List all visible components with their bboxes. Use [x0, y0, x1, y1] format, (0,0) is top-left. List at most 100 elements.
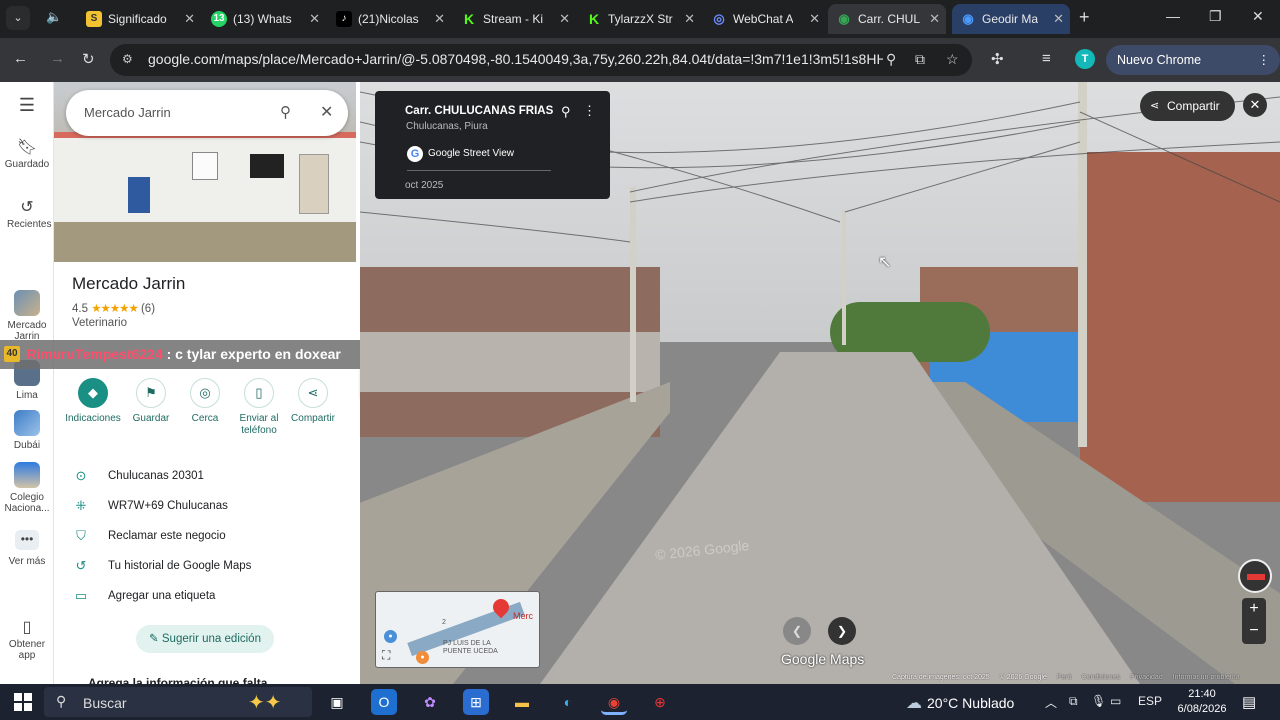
- nearby-icon: ◎: [190, 378, 220, 408]
- close-icon[interactable]: ✕: [1053, 4, 1064, 34]
- outlook-icon[interactable]: O: [371, 689, 397, 715]
- update-chrome-button[interactable]: Nuevo Chrome disponible⋮: [1106, 45, 1280, 97]
- rail-saved[interactable]: 🔖︎ Guardado: [0, 140, 54, 171]
- back-arrow-icon[interactable]: ←: [13, 50, 28, 67]
- taskbar-search-input[interactable]: Buscar: [83, 695, 127, 711]
- forward-arrow-icon[interactable]: →: [50, 50, 65, 67]
- windows-start-icon[interactable]: [14, 693, 32, 711]
- capture-date[interactable]: oct 2025: [405, 180, 443, 191]
- rail-recent-place[interactable]: Mercado Jarrin: [0, 290, 54, 342]
- expand-map-icon[interactable]: ⛶: [382, 648, 390, 663]
- copilot-icon[interactable]: ✿: [417, 689, 443, 715]
- file-explorer-icon[interactable]: ▬: [509, 689, 535, 715]
- tab-search-chevron-icon[interactable]: ⌄: [6, 6, 30, 30]
- tray-chevron-icon[interactable]: ︿: [1045, 694, 1057, 711]
- task-view-icon[interactable]: ▣: [324, 689, 350, 715]
- info-address[interactable]: ⊙ Chulucanas 20301: [72, 468, 352, 488]
- previous-arrow-button[interactable]: ❮: [783, 617, 811, 645]
- tab-webchat[interactable]: ◎ WebChat A ✕: [703, 4, 826, 34]
- nearby-button[interactable]: ◎ Cerca: [176, 378, 234, 425]
- audio-icon[interactable]: 🔈: [46, 9, 66, 29]
- close-icon[interactable]: ✕: [929, 4, 940, 34]
- rail-get-app[interactable]: ▯ Obtener app: [0, 620, 54, 662]
- clock[interactable]: 21:40 6/08/2026: [1172, 687, 1232, 717]
- rail-recent[interactable]: ↺ Recientes: [0, 200, 54, 231]
- close-icon[interactable]: ✕: [434, 4, 445, 34]
- provider-row[interactable]: G Google Street View: [407, 139, 551, 171]
- more-vert-icon[interactable]: ⋮: [583, 103, 596, 119]
- share-button[interactable]: ⋖ Compartir: [284, 378, 342, 425]
- media-controls-icon[interactable]: ≡: [1042, 50, 1051, 67]
- terms-link[interactable]: Condiciones: [1082, 674, 1121, 681]
- search-input[interactable]: Mercado Jarrin: [84, 105, 171, 120]
- more-vert-icon[interactable]: ⋮: [1258, 45, 1271, 75]
- zoom-in-icon[interactable]: +: [1242, 598, 1266, 620]
- privacy-link[interactable]: Privacidad: [1130, 674, 1163, 681]
- close-icon[interactable]: ✕: [684, 4, 695, 34]
- place-category[interactable]: Veterinario: [72, 317, 127, 329]
- info-claim-business[interactable]: ⛉ Reclamar este negocio: [72, 528, 352, 548]
- next-arrow-button[interactable]: ❯: [828, 617, 856, 645]
- review-count[interactable]: (6): [141, 303, 155, 315]
- close-street-view-icon[interactable]: ✕: [1243, 93, 1267, 117]
- edge-icon[interactable]: ◐: [555, 689, 581, 715]
- tab-carr-chulucanas[interactable]: ◉ Carr. CHUL ✕: [828, 4, 946, 34]
- network-icon[interactable]: ▭: [1110, 694, 1121, 708]
- window-close-icon[interactable]: ✕: [1252, 8, 1264, 25]
- region-link[interactable]: Perú: [1057, 674, 1072, 681]
- zoom-out-icon[interactable]: −: [1242, 620, 1266, 642]
- tab-geodir[interactable]: ◉ Geodir Ma ✕: [952, 4, 1070, 34]
- zoom-search-icon[interactable]: ⚲: [886, 51, 896, 68]
- tab-tiktok[interactable]: ♪ (21)Nicolas ✕: [328, 4, 451, 34]
- rail-more[interactable]: ••• Ver más: [0, 530, 54, 567]
- street-view-canvas[interactable]: Carr. CHULUCANAS FRIAS Chulucanas, Piura…: [360, 82, 1280, 684]
- weather-widget[interactable]: ☁ 20°C Nublado: [906, 693, 1014, 713]
- rail-dubai[interactable]: Dubái: [0, 410, 54, 451]
- close-icon[interactable]: ✕: [184, 4, 195, 34]
- chrome-icon[interactable]: ◉: [601, 689, 627, 715]
- store-icon[interactable]: ⊞: [463, 689, 489, 715]
- rail-colegio[interactable]: Colegio Naciona...: [0, 462, 54, 514]
- close-search-icon[interactable]: ✕: [320, 102, 333, 122]
- info-history[interactable]: ↺ Tu historial de Google Maps: [72, 558, 352, 578]
- tray-app-icon[interactable]: ⧉: [1069, 694, 1078, 709]
- compass-icon[interactable]: [1238, 559, 1272, 593]
- notifications-icon[interactable]: ▤: [1242, 693, 1256, 711]
- directions-button[interactable]: ◆ Indicaciones: [64, 378, 122, 425]
- profile-avatar[interactable]: T: [1075, 49, 1095, 69]
- url-text[interactable]: google.com/maps/place/Mercado+Jarrin/@-5…: [148, 51, 883, 67]
- tab-whatsapp[interactable]: 13 (13) Whats ✕: [203, 4, 326, 34]
- location-pin-icon[interactable]: ⚲: [561, 104, 571, 120]
- close-icon[interactable]: ✕: [309, 4, 320, 34]
- extensions-puzzle-icon[interactable]: ✣: [991, 50, 1004, 68]
- language-indicator[interactable]: ESP: [1138, 694, 1162, 708]
- maximize-icon[interactable]: ❐: [1209, 8, 1222, 25]
- menu-hamburger-icon[interactable]: ☰: [0, 96, 54, 114]
- info-plus-code[interactable]: ⁜ WR7W+69 Chulucanas: [72, 498, 352, 518]
- rating-row[interactable]: 4.5 ★★★★★ (6): [72, 301, 155, 315]
- close-icon[interactable]: ✕: [809, 4, 820, 34]
- search-box[interactable]: Mercado Jarrin ⚲ ✕: [66, 90, 348, 136]
- microphone-icon[interactable]: 🎙︎: [1091, 694, 1106, 708]
- close-icon[interactable]: ✕: [559, 4, 570, 34]
- mini-map[interactable]: Merc 2 PJ LUIS DE LA PUENTE UCEDA ● ● ⛶: [375, 591, 540, 668]
- report-problem-link[interactable]: Informar un problema: [1173, 674, 1240, 681]
- search-icon[interactable]: ⚲: [280, 103, 291, 121]
- tab-kick-stream[interactable]: K Stream - Ki ✕: [453, 4, 576, 34]
- minimize-icon[interactable]: —: [1166, 8, 1180, 24]
- taskbar-search[interactable]: ⚲ Buscar ✦✦: [44, 687, 312, 717]
- reload-icon[interactable]: ↻: [82, 50, 95, 68]
- tab-significado[interactable]: S Significado ✕: [78, 4, 201, 34]
- info-add-label[interactable]: ▭ Agregar una etiqueta: [72, 588, 352, 608]
- cast-icon[interactable]: ⧉: [915, 51, 925, 68]
- omnibox[interactable]: ⚙ google.com/maps/place/Mercado+Jarrin/@…: [110, 44, 972, 76]
- app-icon[interactable]: ⊕: [647, 689, 673, 715]
- suggest-edit-button[interactable]: ✎ Sugerir una edición: [136, 625, 274, 653]
- bookmark-star-icon[interactable]: ☆: [946, 51, 959, 68]
- site-info-icon[interactable]: ⚙: [122, 52, 133, 66]
- new-tab-plus-icon[interactable]: +: [1079, 7, 1090, 28]
- tab-tylarzzx[interactable]: K TylarzzX Str ✕: [578, 4, 701, 34]
- share-street-view-button[interactable]: ⋖ Compartir: [1140, 91, 1235, 121]
- save-button[interactable]: ⚑ Guardar: [122, 378, 180, 425]
- send-to-phone-button[interactable]: ▯ Enviar al teléfono: [230, 378, 288, 437]
